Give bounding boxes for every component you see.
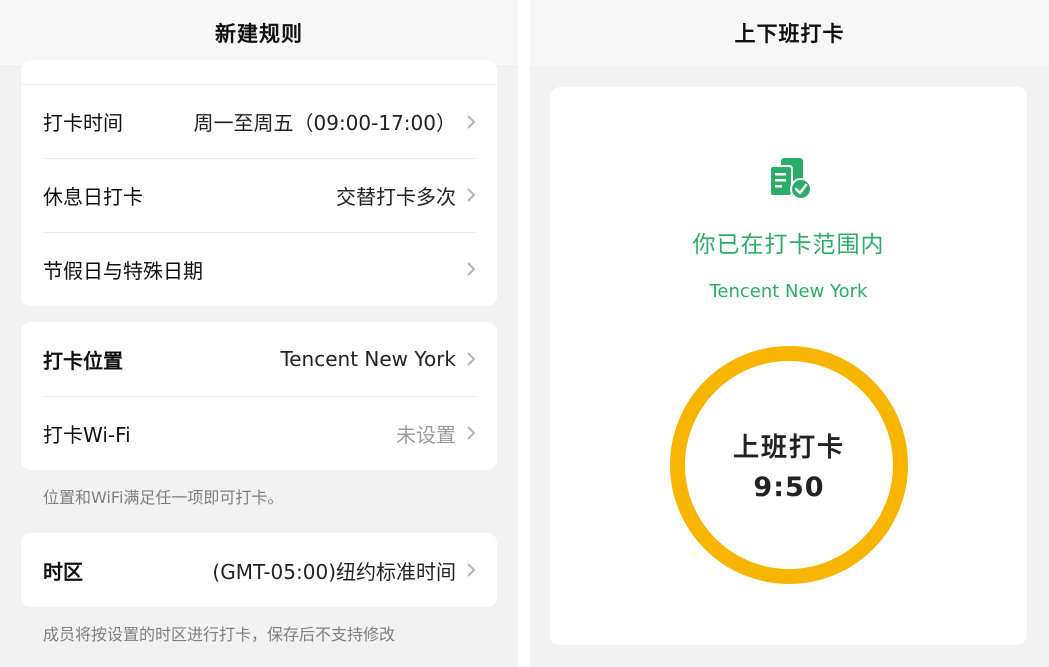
punch-time: 9:50: [753, 472, 825, 503]
timezone-note: 成员将按设置的时区进行打卡，保存后不支持修改: [43, 625, 396, 644]
timezone-card: 时区 (GMT-05:00)纽约标准时间: [21, 533, 497, 607]
schedule-card: 打卡时间 周一至周五（09:00-17:00） 休息日打卡 交替打卡多次 节假日…: [21, 60, 497, 306]
page-title: 上下班打卡: [530, 0, 1049, 66]
row-value: 交替打卡多次: [336, 184, 456, 209]
row-label: 休息日打卡: [43, 184, 143, 209]
row-punch-wifi[interactable]: 打卡Wi-Fi 未设置: [21, 396, 497, 470]
chevron-right-icon: [467, 563, 476, 577]
row-punch-time[interactable]: 打卡时间 周一至周五（09:00-17:00）: [21, 84, 497, 158]
status-title: 你已在打卡范围内: [692, 232, 885, 258]
chevron-right-icon: [467, 426, 476, 440]
chevron-right-icon: [467, 352, 476, 366]
row-value: 未设置: [396, 422, 456, 447]
punch-clock-panel: 上下班打卡 你已在打卡范围内 Tencent New York 上班打卡 9:5…: [530, 0, 1049, 667]
location-card: 打卡位置 Tencent New York 打卡Wi-Fi 未设置: [21, 322, 497, 470]
row-label: 打卡位置: [43, 348, 123, 373]
row-label: 打卡Wi-Fi: [43, 422, 131, 447]
punch-label: 上班打卡: [732, 433, 845, 463]
row-label: 打卡时间: [43, 111, 123, 135]
location-note: 位置和WiFi满足任一项即可打卡。: [43, 488, 284, 507]
rule-editor-panel: 新建规则 打卡时间 周一至周五（09:00-17:00） 休息日打卡 交替打卡多…: [0, 0, 518, 667]
row-rest-day-punch[interactable]: 休息日打卡 交替打卡多次: [21, 158, 497, 232]
row-label: 节假日与特殊日期: [43, 258, 203, 283]
punch-in-button[interactable]: 上班打卡 9:50: [670, 346, 908, 584]
row-value: 周一至周五（09:00-17:00）: [193, 111, 457, 135]
clipboard-check-icon: [769, 158, 812, 200]
row-label: 时区: [43, 559, 83, 584]
row-value: (GMT-05:00)纽约标准时间: [212, 559, 456, 584]
punch-card: 你已在打卡范围内 Tencent New York 上班打卡 9:50: [550, 87, 1027, 645]
chevron-right-icon: [467, 262, 476, 276]
row-punch-location[interactable]: 打卡位置 Tencent New York: [21, 322, 497, 396]
row-timezone[interactable]: 时区 (GMT-05:00)纽约标准时间: [21, 533, 497, 607]
page-title: 新建规则: [0, 0, 518, 66]
row-holidays[interactable]: 节假日与特殊日期: [21, 232, 497, 306]
chevron-right-icon: [467, 114, 476, 129]
chevron-right-icon: [467, 188, 476, 202]
row-value: Tencent New York: [280, 347, 456, 371]
status-location: Tencent New York: [709, 281, 868, 302]
